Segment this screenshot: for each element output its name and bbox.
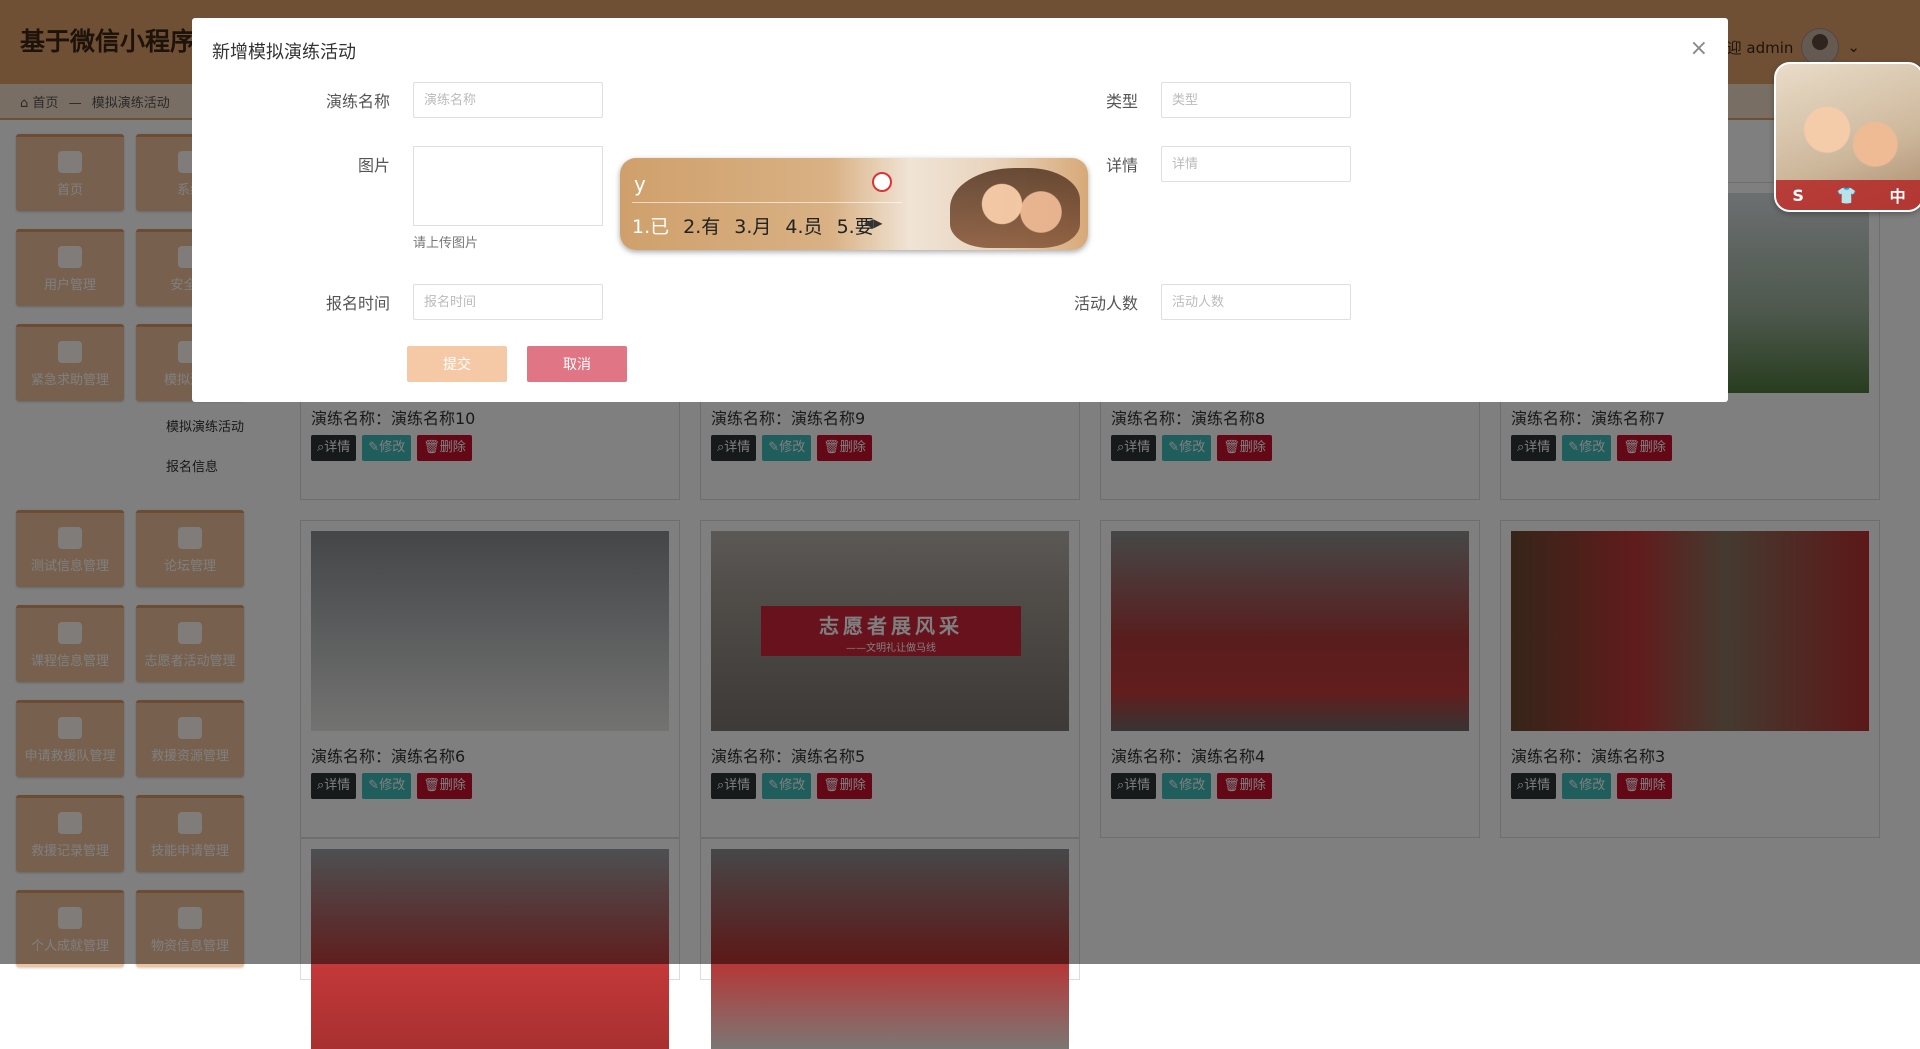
sogou-logo-icon[interactable]: S [1792, 186, 1804, 205]
skin-icon[interactable]: 👕 [1837, 186, 1857, 205]
upload-hint: 请上传图片 [413, 236, 479, 251]
add-drill-modal: 新增模拟演练活动 × 演练名称 类型 图片 请上传图片 详情 报名时间 活动人数… [192, 18, 1728, 402]
ime-composition: y [634, 172, 646, 196]
ime-candidate[interactable]: 3.月 [734, 212, 771, 239]
signup-time-label: 报名时间 [325, 294, 390, 313]
modal-title: 新增模拟演练活动 [212, 42, 356, 63]
people-count-label: 活动人数 [1073, 294, 1138, 313]
signup-time-input[interactable] [413, 284, 603, 320]
ime-candidate-window: y 1.已 2.有 3.月 4.员 5.要 ◀▶ [620, 158, 1088, 250]
close-icon[interactable]: × [1690, 36, 1708, 61]
ime-candidate[interactable]: 4.员 [785, 212, 822, 239]
page-arrows-icon[interactable]: ◀▶ [864, 216, 882, 230]
image-label: 图片 [357, 156, 390, 175]
chinese-mode-icon[interactable]: 中 [1890, 183, 1906, 207]
image-upload[interactable] [413, 146, 603, 226]
detail-input[interactable] [1161, 146, 1351, 182]
ime-divider [632, 202, 902, 203]
ime-candidates: 1.已 2.有 3.月 4.员 5.要 [632, 212, 874, 239]
ime-candidate[interactable]: 2.有 [683, 212, 720, 239]
ime-toolbar: S 👕 中 [1776, 180, 1920, 210]
people-count-input[interactable] [1161, 284, 1351, 320]
ime-candidate[interactable]: 1.已 [632, 212, 669, 239]
submit-button[interactable]: 提交 [407, 346, 507, 382]
name-label: 演练名称 [325, 92, 390, 111]
type-label: 类型 [1105, 92, 1138, 111]
ime-logo-icon [872, 172, 892, 192]
cancel-button[interactable]: 取消 [527, 346, 627, 382]
type-input[interactable] [1161, 82, 1351, 118]
drill-name-input[interactable] [413, 82, 603, 118]
ime-skin-image [950, 168, 1080, 248]
ime-status-widget[interactable]: S 👕 中 [1774, 62, 1920, 212]
